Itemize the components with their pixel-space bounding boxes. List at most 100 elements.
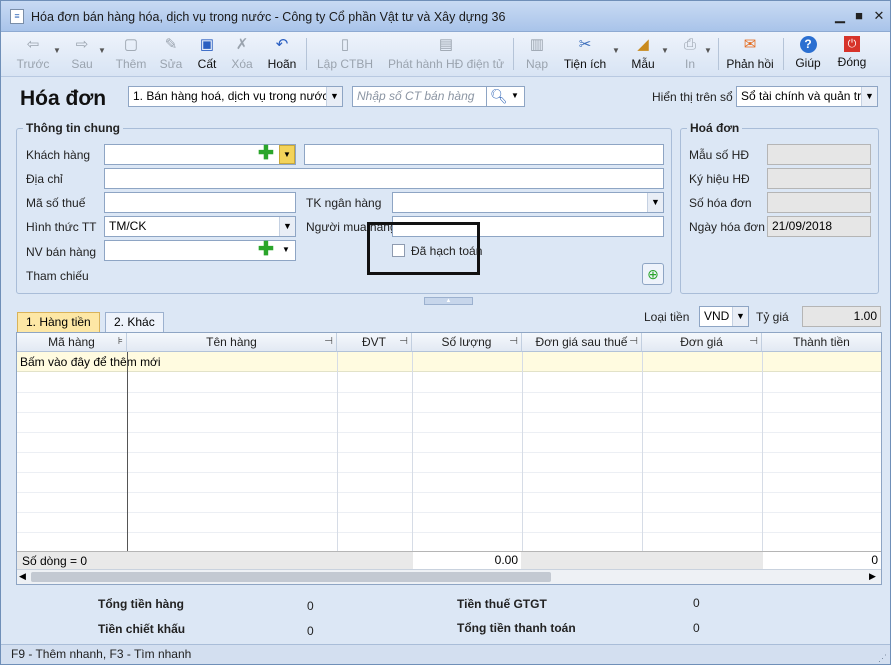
payment-method-label: Hình thức TT (26, 220, 97, 234)
symbol-input[interactable] (767, 168, 871, 189)
invoice-date-input[interactable]: 21/09/2018 (767, 216, 871, 237)
column-header[interactable]: Số lượng ⊣ (412, 333, 522, 352)
invoice-info-title: Hoá đơn (687, 121, 743, 135)
pin-icon[interactable]: ⊣ (629, 333, 638, 351)
column-header[interactable]: Mã hàng ⊧ (17, 333, 127, 352)
customer-label: Khách hàng (26, 148, 91, 162)
grid-column-line (412, 352, 413, 551)
window-title: Hóa đơn bán hàng hóa, dịch vụ trong nước… (31, 10, 506, 24)
invoice-number-input[interactable] (767, 192, 871, 213)
e-invoice-icon: ▤ (438, 36, 454, 53)
resize-grip-icon[interactable]: ⋰ (878, 649, 887, 668)
load-button[interactable]: ▥ Nạp (523, 34, 551, 75)
add-icon[interactable]: ✚ (257, 144, 275, 164)
create-sales-voucher-button[interactable]: ▯ Lập CTBH (317, 34, 373, 75)
add-new-row[interactable]: Bấm vào đây để thêm mới (17, 352, 881, 372)
search-icon: 🔍︎ (490, 88, 508, 104)
discount-label: Tiền chiết khấu (98, 622, 186, 636)
posted-checkbox[interactable] (392, 244, 405, 257)
add-reference-button[interactable]: ⊕ (642, 263, 664, 285)
pin-icon[interactable]: ⊣ (399, 333, 408, 351)
chevron-down-icon[interactable]: ▼ (612, 46, 620, 55)
save-button[interactable]: ▣ Cất (194, 34, 220, 75)
grid-column-line (522, 352, 523, 551)
chevron-down-icon: ▼ (732, 307, 748, 326)
grid-column-line (127, 352, 128, 551)
previous-button[interactable]: ⇦ Trước (15, 34, 51, 75)
currency-select[interactable]: VND ▼ (699, 306, 749, 327)
horizontal-scrollbar[interactable]: ◀ ▶ (17, 569, 881, 584)
chevron-down-icon[interactable]: ▼ (279, 145, 295, 164)
form-no-input[interactable] (767, 144, 871, 165)
utilities-button[interactable]: ✂ Tiện ích (562, 34, 608, 75)
issue-e-invoice-button[interactable]: ▤ Phát hành HĐ điện tử (387, 34, 505, 75)
arrow-right-icon[interactable]: ▶ (869, 571, 876, 582)
grid-row-line (17, 532, 881, 533)
print-button[interactable]: ⎙ In (678, 34, 702, 75)
column-header[interactable]: Đơn giá ⊣ (642, 333, 762, 352)
scrollbar-thumb[interactable] (31, 572, 551, 582)
chevron-down-icon[interactable]: ▼ (282, 245, 290, 254)
chevron-down-icon[interactable]: ▼ (53, 46, 61, 55)
chevron-down-icon: ▼ (861, 87, 877, 106)
edit-button[interactable]: ✎ Sửa (157, 34, 185, 75)
arrow-left-icon[interactable]: ◀ (19, 571, 26, 582)
grid-column-line (642, 352, 643, 551)
minimize-button[interactable]: ▁ (831, 8, 849, 24)
payment-method-select[interactable]: TM/CK ▼ (104, 216, 296, 237)
chevron-down-icon: ▼ (647, 193, 663, 212)
general-info-title: Thông tin chung (23, 121, 123, 135)
add-button[interactable]: ▢ Thêm (114, 34, 148, 75)
invoice-window: ≡ Hóa đơn bán hàng hóa, dịch vụ trong nư… (0, 0, 891, 665)
chevron-down-icon[interactable]: ▼ (98, 46, 106, 55)
exchange-rate-input[interactable]: 1.00 (802, 306, 881, 327)
invoice-type-select[interactable]: 1. Bán hàng hoá, dịch vụ trong nước ▼ (128, 86, 343, 107)
pin-icon[interactable]: ⊣ (749, 333, 758, 351)
vat-label: Tiền thuế GTGT (457, 597, 547, 611)
reference-label: Tham chiếu (26, 269, 89, 283)
toolbar-separator (718, 38, 719, 70)
vat-value: 0 (693, 596, 700, 610)
column-header[interactable]: Thành tiền (762, 333, 881, 352)
pin-icon[interactable]: ⊣ (324, 333, 333, 351)
tools-icon: ✂ (578, 36, 592, 53)
bank-account-select[interactable]: ▼ (392, 192, 664, 213)
maximize-button[interactable]: ■ (850, 8, 868, 24)
template-button[interactable]: ◢ Mẫu (628, 34, 658, 75)
column-header[interactable]: ĐVT ⊣ (337, 333, 412, 352)
chevron-down-icon[interactable]: ▼ (704, 46, 712, 55)
edit-document-icon: ✎ (164, 36, 178, 53)
undo-icon: ↶ (275, 36, 289, 53)
pin-icon[interactable]: ⊧ (118, 333, 123, 351)
search-button[interactable]: 🔍︎ ▼ (487, 86, 525, 107)
customer-name-input[interactable] (304, 144, 664, 165)
column-header[interactable]: Đơn giá sau thuế ⊣ (522, 333, 642, 352)
chevron-down-icon[interactable]: ▼ (661, 46, 669, 55)
tab-goods-money[interactable]: 1. Hàng tiền (17, 312, 100, 332)
postpone-button[interactable]: ↶ Hoãn (266, 34, 298, 75)
add-icon[interactable]: ✚ (257, 240, 275, 260)
close-form-button[interactable]: ⏻ Đóng (835, 34, 869, 75)
delete-button[interactable]: ✗ Xóa (229, 34, 255, 75)
books-select[interactable]: Sổ tài chính và quản trị ▼ (736, 86, 878, 107)
feedback-button[interactable]: ✉ Phản hồi (725, 34, 775, 75)
help-button[interactable]: ? Giúp (793, 34, 823, 75)
grid-row-line (17, 472, 881, 473)
column-header[interactable]: Tên hàng ⊣ (127, 333, 337, 352)
toolbar: ⇦ Trước ▼ ⇨ Sau ▼ ▢ Thêm ✎ Sửa ▣ Cất ✗ Xóa ↶ Ho… (1, 32, 890, 77)
voucher-search-input[interactable]: Nhập số CT bán hàng (352, 86, 487, 107)
chevron-down-icon: ▼ (326, 87, 342, 106)
toolbar-separator (513, 38, 514, 70)
tab-other[interactable]: 2. Khác (105, 312, 164, 332)
next-button[interactable]: ⇨ Sau (67, 34, 97, 75)
close-button[interactable]: ✕ (870, 8, 888, 24)
summary-row: Số dòng = 0 0.00 0 (17, 551, 881, 569)
floppy-disk-icon: ▣ (199, 36, 215, 53)
pin-icon[interactable]: ⊣ (509, 333, 518, 351)
load-icon: ▥ (529, 36, 545, 53)
collapse-handle[interactable]: ▲ (424, 297, 473, 305)
grid-row-line (17, 512, 881, 513)
address-label: Địa chỉ (26, 172, 63, 186)
tax-code-input[interactable] (104, 192, 296, 213)
address-input[interactable] (104, 168, 664, 189)
